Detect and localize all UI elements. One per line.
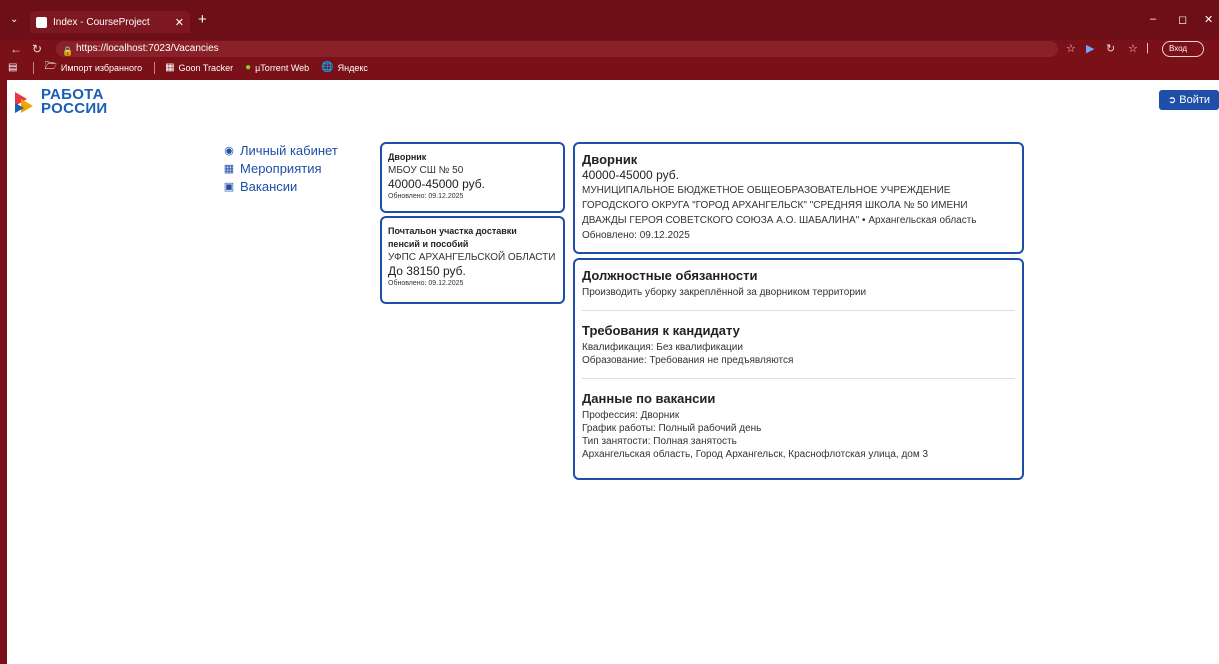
vacancy-updated: Обновлено: 09.12.2025 xyxy=(388,280,464,287)
nav-item-profile[interactable]: ◉ Личный кабинет xyxy=(222,142,338,160)
profession-text: Профессия: Дворник xyxy=(582,410,680,421)
url-text: https://localhost:7023/Vacancies xyxy=(76,43,219,54)
bookmark-import[interactable]: 🗁 Импорт избранного xyxy=(44,59,142,76)
vacancy-card[interactable]: Дворник МБОУ СШ № 50 40000-45000 руб. Об… xyxy=(380,142,565,213)
tab-close-icon[interactable]: ✕ xyxy=(175,16,184,29)
employment-text: Тип занятости: Полная занятость xyxy=(582,436,737,447)
detail-updated: Обновлено: 09.12.2025 xyxy=(582,230,690,241)
lock-icon: 🔒 xyxy=(62,46,74,56)
bookmark-utorrent[interactable]: ● µTorrent Web xyxy=(245,62,309,73)
page-viewport: РАБОТА РОССИИ ➲ Войти ◉ Личный кабинет ▦… xyxy=(7,80,1219,664)
address-text: Архангельская область, Город Архангельск… xyxy=(582,449,929,460)
close-window-icon[interactable]: ✕ xyxy=(1204,13,1213,26)
sign-in-icon: ➲ xyxy=(1167,94,1177,106)
bookmark-separator xyxy=(33,61,35,74)
vacancy-card[interactable]: Почтальон участка доставки пенсий и посо… xyxy=(380,216,565,304)
vacancy-detail-body: Должностные обязанности Производить убор… xyxy=(573,258,1024,480)
logo-text: РАБОТА РОССИИ xyxy=(41,86,108,117)
nav-item-vacancies[interactable]: ▣ Вакансии xyxy=(222,178,338,196)
favorites-bar-icon[interactable]: ☆ xyxy=(1128,42,1138,55)
tab-favicon-icon xyxy=(36,16,47,28)
nav-item-events[interactable]: ▦ Мероприятия xyxy=(222,160,338,178)
vacancy-updated: Обновлено: 09.12.2025 xyxy=(388,193,464,200)
reload-icon[interactable]: ↻ xyxy=(32,42,42,56)
vacancy-detail-header: Дворник 40000-45000 руб. МУНИЦИПАЛЬНОЕ Б… xyxy=(573,142,1024,254)
id-card-icon: ▣ xyxy=(223,181,235,193)
requirements-heading: Требования к кандидату xyxy=(582,323,740,338)
detail-org: МУНИЦИПАЛЬНОЕ БЮДЖЕТНОЕ ОБЩЕОБРАЗОВАТЕЛЬ… xyxy=(582,185,951,196)
extension-icon[interactable]: ▶ xyxy=(1086,42,1094,55)
duties-text: Производить уборку закреплённой за дворн… xyxy=(582,287,867,298)
vacancy-data-heading: Данные по вакансии xyxy=(582,391,716,406)
new-tab-icon[interactable]: + xyxy=(198,11,207,29)
folder-icon: 🗁 xyxy=(44,61,57,72)
qualification-text: Квалификация: Без квалификации xyxy=(582,342,743,353)
vacancy-title: Почтальон участка доставки xyxy=(388,226,517,236)
calendar-icon: ▦ xyxy=(223,163,235,175)
bookmarks-bar: ▤ 🗁 Импорт избранного ▦ Goon Tracker ● µTor… xyxy=(0,58,1219,77)
logo-arrows-icon xyxy=(15,91,37,113)
tab-list-chevron-icon[interactable]: ⌄ xyxy=(10,14,18,25)
url-input[interactable]: 🔒 https://localhost:7023/Vacancies xyxy=(56,41,1058,57)
bookmark-goon-tracker[interactable]: ▦ Goon Tracker xyxy=(165,62,233,73)
favorite-star-icon[interactable]: ☆ xyxy=(1066,42,1076,55)
browser-tab-bar: ⌄ Index - CourseProject ✕ + – ◻ ✕ xyxy=(0,0,1219,40)
detail-org: ДВАЖДЫ ГЕРОЯ СОВЕТСКОГО СОЮЗА А.О. ШАБАЛ… xyxy=(582,215,977,226)
bookmarks-toggle-icon[interactable]: ▤ xyxy=(8,62,21,73)
detail-org: ГОРОДСКОГО ОКРУГА "ГОРОД АРХАНГЕЛЬСК" "С… xyxy=(582,200,968,211)
maximize-icon[interactable]: ◻ xyxy=(1178,13,1187,26)
tab-title: Index - CourseProject xyxy=(53,16,150,28)
toolbar-divider: | xyxy=(1146,42,1149,54)
detail-salary: 40000-45000 руб. xyxy=(582,168,679,182)
schedule-text: График работы: Полный рабочий день xyxy=(582,423,762,434)
address-bar-row: ← ↻ 🔒 https://localhost:7023/Vacancies ☆… xyxy=(0,40,1219,58)
copilot-icon[interactable]: ↻ xyxy=(1106,42,1115,55)
vacancy-salary: 40000-45000 руб. xyxy=(388,177,485,191)
education-text: Образование: Требования не предъявляются xyxy=(582,355,794,366)
section-divider xyxy=(582,310,1015,311)
globe-icon: 🌐 xyxy=(321,62,334,73)
vacancy-salary: До 38150 руб. xyxy=(388,264,466,278)
vacancy-title-cont: пенсий и пособий xyxy=(388,239,469,249)
section-divider xyxy=(582,378,1015,379)
user-circle-icon: ◉ xyxy=(224,145,234,157)
browser-tab[interactable]: Index - CourseProject ✕ xyxy=(30,11,190,33)
back-icon[interactable]: ← xyxy=(10,42,22,56)
gt-icon: ▦ xyxy=(165,62,175,73)
login-button[interactable]: ➲ Войти xyxy=(1159,90,1219,110)
bookmark-yandex[interactable]: 🌐 Яндекс xyxy=(321,62,368,73)
minimize-icon[interactable]: – xyxy=(1150,13,1156,25)
vacancy-org: УФПС АРХАНГЕЛЬСКОЙ ОБЛАСТИ xyxy=(388,252,556,263)
detail-title: Дворник xyxy=(582,152,638,167)
bookmark-separator xyxy=(154,61,156,74)
vacancy-title: Дворник xyxy=(388,152,427,162)
profile-button[interactable]: Вход xyxy=(1162,41,1204,57)
side-navigation: ◉ Личный кабинет ▦ Мероприятия ▣ Ваканси… xyxy=(222,142,338,196)
site-logo[interactable]: РАБОТА РОССИИ xyxy=(15,86,108,117)
vacancy-org: МБОУ СШ № 50 xyxy=(388,165,464,176)
duties-heading: Должностные обязанности xyxy=(582,268,758,283)
utorrent-icon: ● xyxy=(245,62,252,73)
